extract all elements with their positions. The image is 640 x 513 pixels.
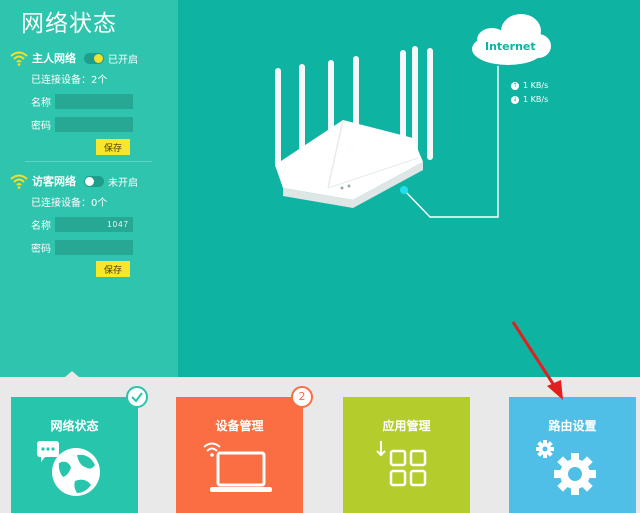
guest-connected-devices: 已连接设备：0个	[31, 198, 108, 209]
upload-speed: ↑ 1 KB/s	[511, 81, 548, 90]
guest-name-label: 名称	[31, 220, 51, 232]
annotation-arrow-icon	[511, 321, 563, 400]
tile-device-management[interactable]: 2 设备管理	[176, 386, 313, 513]
tile-router-settings[interactable]: 路由设置	[509, 397, 636, 513]
guest-network-toggle[interactable]	[84, 175, 104, 187]
globe-chat-icon	[37, 441, 100, 496]
download-speed-value: 1 KB/s	[523, 95, 549, 104]
host-ssid-input[interactable]	[55, 93, 133, 109]
active-tab-pointer	[64, 371, 80, 378]
device-count-badge: 2	[291, 386, 313, 408]
host-network-toggle-text: 已开启	[108, 54, 138, 66]
internet-label: Internet	[485, 40, 536, 53]
check-badge	[126, 386, 148, 408]
tile-device-management-label: 设备管理	[215, 419, 264, 433]
host-save-button[interactable]: 保存	[96, 139, 130, 155]
host-network-header: 主人网络 已开启	[10, 49, 138, 67]
guest-ssid-input[interactable]	[55, 216, 133, 232]
toggle-knob	[94, 53, 103, 63]
laptop-wifi-icon	[203, 442, 272, 492]
page-title: 网络状态	[21, 11, 117, 37]
guest-network-toggle-text: 未开启	[108, 177, 138, 189]
guest-password-row: 密码	[31, 239, 133, 255]
host-password-row: 密码	[31, 116, 133, 132]
guest-save-button[interactable]: 保存	[96, 261, 130, 277]
section-divider	[25, 161, 152, 162]
app-grid-icon	[376, 441, 427, 487]
connection-line	[403, 66, 499, 218]
upload-arrow-icon: ↑	[511, 81, 519, 90]
host-name-row: 名称	[31, 93, 133, 109]
host-password-label: 密码	[31, 120, 51, 132]
download-arrow-icon: ↓	[511, 95, 519, 104]
tile-app-management[interactable]: 应用管理	[343, 397, 470, 513]
router-port-dot	[400, 186, 408, 194]
host-password-input[interactable]	[55, 116, 133, 132]
tile-app-management-label: 应用管理	[382, 419, 431, 433]
tile-network-status[interactable]: 网络状态	[11, 386, 148, 513]
check-icon	[131, 392, 143, 403]
router-icon	[275, 46, 433, 208]
wifi-icon	[10, 174, 28, 189]
host-network-name: 主人网络	[32, 52, 76, 65]
guest-password-input[interactable]	[55, 239, 133, 255]
host-name-label: 名称	[31, 97, 51, 109]
upload-speed-value: 1 KB/s	[523, 81, 549, 90]
network-status-panel: 网络状态 主人网络 已开启 已连接设备：2个 名称 密码 保存 访客网络 未开启…	[0, 0, 178, 377]
wifi-icon	[10, 51, 28, 66]
host-network-toggle[interactable]	[84, 52, 104, 64]
host-connected-devices: 已连接设备：2个	[31, 75, 108, 86]
tile-router-settings-label: 路由设置	[548, 419, 597, 433]
guest-name-row: 名称	[31, 216, 133, 232]
tile-network-status-label: 网络状态	[50, 419, 99, 433]
download-speed: ↓ 1 KB/s	[511, 95, 548, 104]
toggle-knob	[85, 176, 94, 186]
guest-network-name: 访客网络	[32, 175, 76, 188]
guest-network-header: 访客网络 未开启	[10, 172, 138, 190]
guest-password-label: 密码	[31, 243, 51, 255]
gears-icon	[536, 440, 596, 495]
